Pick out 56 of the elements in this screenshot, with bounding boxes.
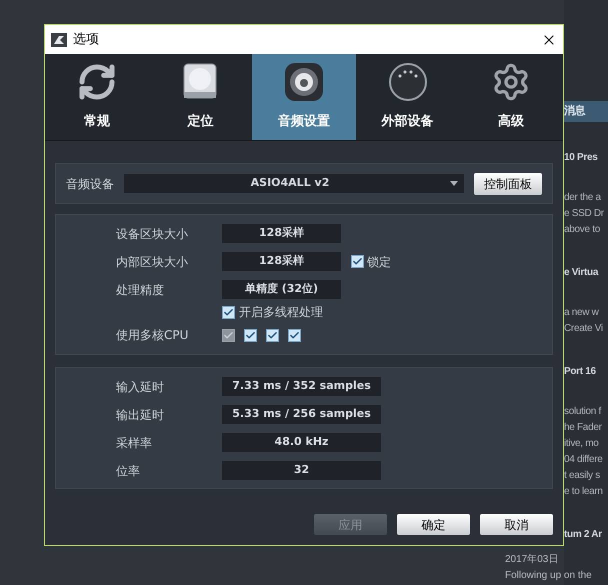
news-text: solution f (564, 404, 602, 418)
caret-icon (450, 181, 458, 186)
news-text: e SSD Dr (564, 206, 605, 220)
news-title: Port 16 (564, 364, 597, 378)
news-text: e to learn (564, 484, 604, 498)
app-logo-icon (51, 32, 67, 46)
checkbox[interactable] (222, 306, 235, 318)
news-text: Create Vi (564, 322, 604, 336)
news-teaser: Following up on the (505, 569, 592, 583)
checkbox[interactable] (266, 328, 279, 342)
news-date: 2017年03日 (505, 554, 558, 566)
news-text: itive, mo (564, 436, 600, 450)
news-title: 10 Pres (564, 150, 598, 164)
dialog-button[interactable]: 取消 (480, 514, 553, 535)
panel-title: 消息 (564, 101, 608, 122)
value-field: 48.0 kHz (222, 433, 381, 452)
knob-icon (388, 62, 428, 102)
setting-label: 处理精度 (116, 282, 165, 298)
checkbox[interactable] (288, 328, 301, 342)
setting-label: 输入延时 (116, 378, 165, 396)
news-title: e Virtua (564, 266, 600, 280)
tab[interactable]: 高级 (459, 54, 563, 140)
tab[interactable]: 常规 (45, 54, 149, 140)
dialog-button[interactable]: 确定 (397, 514, 470, 535)
setting-label: 位率 (116, 462, 141, 480)
lock-label: 锁定 (367, 254, 391, 270)
setting-label: 设备区块大小 (116, 226, 189, 242)
tab[interactable]: 外部设备 (356, 54, 460, 140)
news-text: der the a (564, 190, 602, 204)
news-title: tum 2 Ar (564, 528, 603, 542)
speaker-icon (284, 62, 324, 102)
news-text: he Fader (564, 420, 603, 434)
checkbox-label: 开启多线程处理 (239, 304, 323, 321)
value-field[interactable]: 单精度 (32位) (222, 280, 341, 299)
refresh-icon (76, 62, 117, 102)
value-field[interactable]: 128采样 (222, 252, 341, 271)
value-field: 7.33 ms / 352 samples (222, 377, 381, 396)
value-field: 32 (222, 461, 381, 480)
tab[interactable]: 定位 (148, 54, 252, 140)
checkbox[interactable] (351, 255, 364, 268)
checkbox[interactable] (244, 328, 257, 342)
tab[interactable]: 音频设置 (252, 54, 356, 140)
window-title: 选项 (73, 30, 99, 49)
device-dropdown[interactable]: ASIO4ALL v2 (124, 174, 464, 193)
value-field: 5.33 ms / 256 samples (222, 405, 381, 424)
setting-label: 输出延时 (116, 406, 165, 424)
news-text: 04 differe (564, 452, 604, 466)
value-field[interactable]: 128采样 (222, 224, 341, 243)
news-text: above to (564, 222, 601, 236)
setting-label: 使用多核CPU (116, 327, 190, 344)
device-label: 音频设备 (66, 176, 114, 192)
news-text: a new w (564, 306, 600, 320)
setting-label: 采样率 (116, 434, 153, 452)
setting-label: 内部区块大小 (116, 254, 189, 270)
control-panel-button[interactable]: 控制面板 (474, 172, 542, 194)
news-text: t easily s (564, 468, 601, 482)
